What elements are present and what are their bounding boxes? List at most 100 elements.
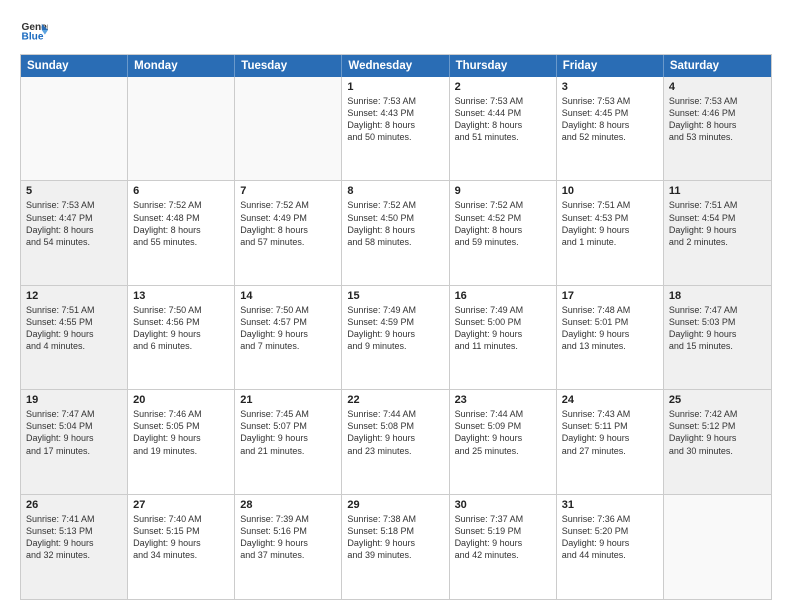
day-number: 13 xyxy=(133,290,229,302)
day-number: 23 xyxy=(455,394,551,406)
day-number: 19 xyxy=(26,394,122,406)
calendar-cell-day-25: 25 Sunrise: 7:42 AM Sunset: 5:12 PM Dayli… xyxy=(664,390,771,493)
cell-info: Sunrise: 7:51 AM Sunset: 4:54 PM Dayligh… xyxy=(669,199,766,248)
cell-info: Sunrise: 7:43 AM Sunset: 5:11 PM Dayligh… xyxy=(562,408,658,457)
calendar-cell-day-1: 1Sunrise: 7:53 AM Sunset: 4:43 PM Daylig… xyxy=(342,77,449,180)
day-number: 25 xyxy=(669,394,766,406)
weekday-header-friday: Friday xyxy=(557,55,664,77)
weekday-header-sunday: Sunday xyxy=(21,55,128,77)
day-number: 7 xyxy=(240,185,336,197)
cell-info: Sunrise: 7:40 AM Sunset: 5:15 PM Dayligh… xyxy=(133,513,229,562)
logo-icon: General Blue xyxy=(20,16,48,44)
cell-info: Sunrise: 7:45 AM Sunset: 5:07 PM Dayligh… xyxy=(240,408,336,457)
cell-info: Sunrise: 7:44 AM Sunset: 5:08 PM Dayligh… xyxy=(347,408,443,457)
day-number: 8 xyxy=(347,185,443,197)
cell-info: Sunrise: 7:52 AM Sunset: 4:49 PM Dayligh… xyxy=(240,199,336,248)
calendar-cell-day-15: 15 Sunrise: 7:49 AM Sunset: 4:59 PM Dayli… xyxy=(342,286,449,389)
calendar-cell-day-6: 6 Sunrise: 7:52 AM Sunset: 4:48 PM Daylig… xyxy=(128,181,235,284)
day-number: 27 xyxy=(133,499,229,511)
calendar-cell-day-18: 18 Sunrise: 7:47 AM Sunset: 5:03 PM Dayli… xyxy=(664,286,771,389)
weekday-header-tuesday: Tuesday xyxy=(235,55,342,77)
calendar-cell-day-28: 28 Sunrise: 7:39 AM Sunset: 5:16 PM Dayli… xyxy=(235,495,342,599)
calendar-header: SundayMondayTuesdayWednesdayThursdayFrid… xyxy=(21,55,771,77)
cell-info: Sunrise: 7:51 AM Sunset: 4:53 PM Dayligh… xyxy=(562,199,658,248)
calendar-cell-day-11: 11 Sunrise: 7:51 AM Sunset: 4:54 PM Dayli… xyxy=(664,181,771,284)
cell-info: Sunrise: 7:44 AM Sunset: 5:09 PM Dayligh… xyxy=(455,408,551,457)
day-number: 28 xyxy=(240,499,336,511)
day-number: 18 xyxy=(669,290,766,302)
day-number: 16 xyxy=(455,290,551,302)
day-number: 4 xyxy=(669,81,766,93)
calendar-cell-day-27: 27 Sunrise: 7:40 AM Sunset: 5:15 PM Dayli… xyxy=(128,495,235,599)
cell-info: Sunrise: 7:52 AM Sunset: 4:48 PM Dayligh… xyxy=(133,199,229,248)
calendar-cell-day-22: 22 Sunrise: 7:44 AM Sunset: 5:08 PM Dayli… xyxy=(342,390,449,493)
calendar-row-1: 5 Sunrise: 7:53 AM Sunset: 4:47 PM Daylig… xyxy=(21,181,771,285)
calendar-cell-day-10: 10 Sunrise: 7:51 AM Sunset: 4:53 PM Dayli… xyxy=(557,181,664,284)
day-number: 15 xyxy=(347,290,443,302)
day-number: 2 xyxy=(455,81,551,93)
cell-info: Sunrise: 7:47 AM Sunset: 5:04 PM Dayligh… xyxy=(26,408,122,457)
calendar-cell-day-9: 9 Sunrise: 7:52 AM Sunset: 4:52 PM Daylig… xyxy=(450,181,557,284)
cell-info: Sunrise: 7:41 AM Sunset: 5:13 PM Dayligh… xyxy=(26,513,122,562)
day-number: 9 xyxy=(455,185,551,197)
weekday-header-thursday: Thursday xyxy=(450,55,557,77)
calendar-cell-day-3: 3 Sunrise: 7:53 AM Sunset: 4:45 PM Daylig… xyxy=(557,77,664,180)
calendar-cell-day-31: 31Sunrise: 7:36 AM Sunset: 5:20 PM Dayli… xyxy=(557,495,664,599)
cell-info: Sunrise: 7:53 AM Sunset: 4:43 PM Dayligh… xyxy=(347,95,443,144)
svg-text:Blue: Blue xyxy=(22,31,44,42)
cell-info: Sunrise: 7:39 AM Sunset: 5:16 PM Dayligh… xyxy=(240,513,336,562)
cell-info: Sunrise: 7:51 AM Sunset: 4:55 PM Dayligh… xyxy=(26,304,122,353)
cell-info: Sunrise: 7:53 AM Sunset: 4:44 PM Dayligh… xyxy=(455,95,551,144)
cell-info: Sunrise: 7:46 AM Sunset: 5:05 PM Dayligh… xyxy=(133,408,229,457)
calendar-body: 1Sunrise: 7:53 AM Sunset: 4:43 PM Daylig… xyxy=(21,77,771,599)
calendar-cell-empty xyxy=(235,77,342,180)
day-number: 10 xyxy=(562,185,658,197)
calendar-cell-day-19: 19 Sunrise: 7:47 AM Sunset: 5:04 PM Dayli… xyxy=(21,390,128,493)
page: General Blue SundayMondayTuesdayWednesda… xyxy=(0,0,792,612)
calendar-cell-empty xyxy=(664,495,771,599)
calendar-cell-day-2: 2 Sunrise: 7:53 AM Sunset: 4:44 PM Daylig… xyxy=(450,77,557,180)
day-number: 12 xyxy=(26,290,122,302)
cell-info: Sunrise: 7:37 AM Sunset: 5:19 PM Dayligh… xyxy=(455,513,551,562)
calendar-cell-day-23: 23 Sunrise: 7:44 AM Sunset: 5:09 PM Dayli… xyxy=(450,390,557,493)
calendar: SundayMondayTuesdayWednesdayThursdayFrid… xyxy=(20,54,772,600)
day-number: 30 xyxy=(455,499,551,511)
cell-info: Sunrise: 7:53 AM Sunset: 4:45 PM Dayligh… xyxy=(562,95,658,144)
calendar-cell-day-20: 20 Sunrise: 7:46 AM Sunset: 5:05 PM Dayli… xyxy=(128,390,235,493)
cell-info: Sunrise: 7:50 AM Sunset: 4:56 PM Dayligh… xyxy=(133,304,229,353)
cell-info: Sunrise: 7:42 AM Sunset: 5:12 PM Dayligh… xyxy=(669,408,766,457)
cell-info: Sunrise: 7:47 AM Sunset: 5:03 PM Dayligh… xyxy=(669,304,766,353)
calendar-cell-day-12: 12 Sunrise: 7:51 AM Sunset: 4:55 PM Dayli… xyxy=(21,286,128,389)
calendar-row-3: 19 Sunrise: 7:47 AM Sunset: 5:04 PM Dayli… xyxy=(21,390,771,494)
calendar-cell-day-17: 17Sunrise: 7:48 AM Sunset: 5:01 PM Dayli… xyxy=(557,286,664,389)
day-number: 14 xyxy=(240,290,336,302)
calendar-row-0: 1Sunrise: 7:53 AM Sunset: 4:43 PM Daylig… xyxy=(21,77,771,181)
calendar-cell-empty xyxy=(128,77,235,180)
weekday-header-saturday: Saturday xyxy=(664,55,771,77)
cell-info: Sunrise: 7:36 AM Sunset: 5:20 PM Dayligh… xyxy=(562,513,658,562)
cell-info: Sunrise: 7:48 AM Sunset: 5:01 PM Dayligh… xyxy=(562,304,658,353)
calendar-cell-day-5: 5 Sunrise: 7:53 AM Sunset: 4:47 PM Daylig… xyxy=(21,181,128,284)
cell-info: Sunrise: 7:49 AM Sunset: 5:00 PM Dayligh… xyxy=(455,304,551,353)
calendar-cell-day-7: 7 Sunrise: 7:52 AM Sunset: 4:49 PM Daylig… xyxy=(235,181,342,284)
calendar-cell-day-24: 24 Sunrise: 7:43 AM Sunset: 5:11 PM Dayli… xyxy=(557,390,664,493)
day-number: 5 xyxy=(26,185,122,197)
day-number: 20 xyxy=(133,394,229,406)
day-number: 24 xyxy=(562,394,658,406)
calendar-cell-day-26: 26 Sunrise: 7:41 AM Sunset: 5:13 PM Dayli… xyxy=(21,495,128,599)
calendar-cell-day-30: 30 Sunrise: 7:37 AM Sunset: 5:19 PM Dayli… xyxy=(450,495,557,599)
calendar-cell-empty xyxy=(21,77,128,180)
cell-info: Sunrise: 7:38 AM Sunset: 5:18 PM Dayligh… xyxy=(347,513,443,562)
cell-info: Sunrise: 7:52 AM Sunset: 4:52 PM Dayligh… xyxy=(455,199,551,248)
day-number: 26 xyxy=(26,499,122,511)
cell-info: Sunrise: 7:49 AM Sunset: 4:59 PM Dayligh… xyxy=(347,304,443,353)
day-number: 29 xyxy=(347,499,443,511)
day-number: 6 xyxy=(133,185,229,197)
calendar-cell-day-8: 8Sunrise: 7:52 AM Sunset: 4:50 PM Daylig… xyxy=(342,181,449,284)
day-number: 22 xyxy=(347,394,443,406)
calendar-row-2: 12 Sunrise: 7:51 AM Sunset: 4:55 PM Dayli… xyxy=(21,286,771,390)
cell-info: Sunrise: 7:53 AM Sunset: 4:47 PM Dayligh… xyxy=(26,199,122,248)
calendar-cell-day-14: 14Sunrise: 7:50 AM Sunset: 4:57 PM Dayli… xyxy=(235,286,342,389)
day-number: 11 xyxy=(669,185,766,197)
day-number: 3 xyxy=(562,81,658,93)
